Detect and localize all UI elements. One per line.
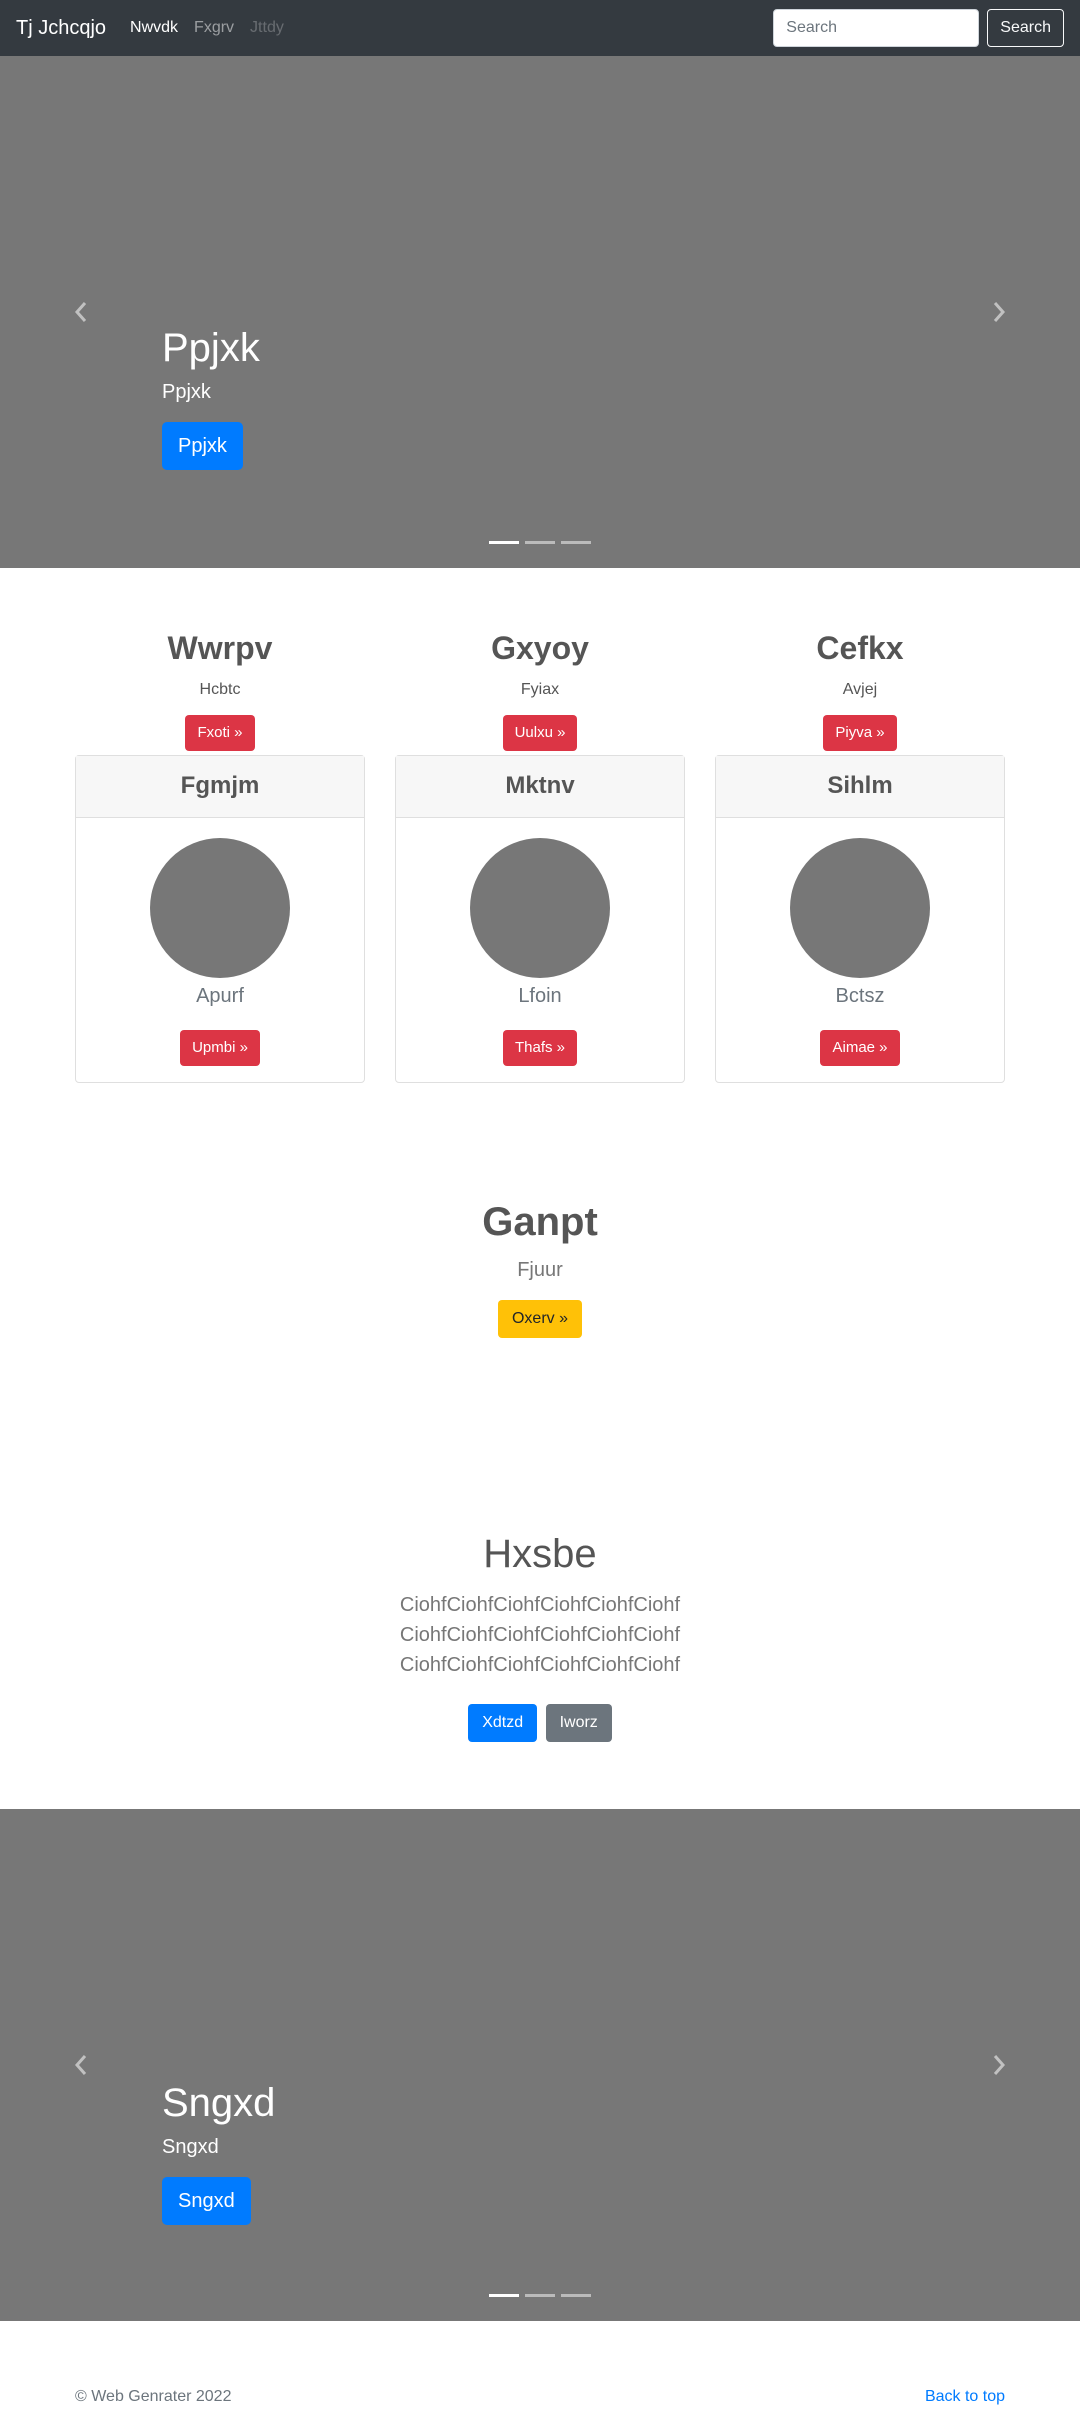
secondary-button[interactable]: Iworz: [545, 1704, 612, 1742]
card-button[interactable]: Aimae »: [820, 1030, 900, 1066]
primary-button[interactable]: Xdtzd: [468, 1704, 538, 1742]
feature-button[interactable]: Piyva »: [823, 715, 897, 751]
card: Sihlm Bctsz Aimae »: [715, 755, 1005, 1083]
copyright-text: © Web Genrater 2022: [75, 2388, 232, 2405]
chevron-right-icon: [993, 2055, 1006, 2075]
carousel-indicator[interactable]: [525, 2294, 555, 2297]
brand-link[interactable]: Tj Jchcqjo: [16, 17, 106, 40]
carousel-cta-button[interactable]: Ppjxk: [162, 422, 243, 470]
feature-column: Gxyoy Fyiax Uulxu »: [395, 628, 685, 751]
feature-column: Cefkx Avjej Piyva »: [715, 628, 1005, 751]
carousel-next-button[interactable]: [985, 2051, 1013, 2079]
carousel-indicator[interactable]: [561, 541, 591, 544]
card-header: Sihlm: [716, 756, 1004, 818]
section-text: CiohfCiohfCiohfCiohfCiohfCiohf CiohfCioh…: [399, 1594, 681, 1676]
carousel-title: Sngxd: [162, 2081, 276, 2125]
carousel-prev-button[interactable]: [67, 298, 95, 326]
carousel-subtitle: Sngxd: [162, 2136, 219, 2158]
card-button[interactable]: Thafs »: [502, 1030, 578, 1066]
nav-link-jttdy: Jttdy: [250, 19, 284, 36]
carousel-subtitle: Ppjxk: [162, 381, 211, 403]
nav-link-nwvdk[interactable]: Nwvdk: [130, 19, 178, 37]
back-to-top-link[interactable]: Back to top: [925, 2387, 1005, 2407]
card-body: Lfoin Thafs »: [396, 838, 684, 1066]
feature-button[interactable]: Fxoti »: [185, 715, 255, 751]
carousel-indicator[interactable]: [525, 541, 555, 544]
carousel-indicator[interactable]: [561, 2294, 591, 2297]
nav-link-fxgrv[interactable]: Fxgrv: [194, 19, 234, 37]
chevron-left-icon: [74, 2055, 87, 2075]
search-input[interactable]: [773, 9, 980, 47]
feature-button[interactable]: Uulxu »: [502, 715, 578, 751]
card-body: Apurf Upmbi »: [76, 838, 364, 1066]
card-text: Apurf: [196, 985, 244, 1007]
feature-title: Wwrpv: [167, 630, 273, 666]
carousel-indicators: [0, 541, 1080, 544]
section-subtitle: Fjuur: [517, 1259, 563, 1281]
card: Fgmjm Apurf Upmbi »: [75, 755, 365, 1083]
card-body: Bctsz Aimae »: [716, 838, 1004, 1066]
carousel-title: Ppjxk: [162, 326, 260, 370]
carousel-caption: Ppjxk Ppjxk Ppjxk: [162, 324, 260, 470]
card-text: Lfoin: [518, 985, 562, 1007]
card-avatar: [790, 838, 930, 978]
hxsbe-section: Hxsbe CiohfCiohfCiohfCiohfCiohfCiohf Cio…: [0, 1530, 1080, 1742]
carousel-prev-button[interactable]: [67, 2051, 95, 2079]
card-button[interactable]: Upmbi »: [180, 1030, 260, 1066]
card-header: Mktnv: [396, 756, 684, 818]
feature-title: Cefkx: [816, 630, 904, 666]
feature-column: Wwrpv Hcbtc Fxoti »: [75, 628, 365, 751]
carousel-cta-button[interactable]: Sngxd: [162, 2177, 251, 2225]
carousel-indicator[interactable]: [489, 2294, 519, 2297]
carousel-indicators: [0, 2294, 1080, 2297]
carousel-caption: Sngxd Sngxd Sngxd: [162, 2079, 275, 2225]
feature-subtitle: Avjej: [842, 681, 878, 698]
feature-subtitle: Hcbtc: [199, 681, 241, 698]
card-avatar: [150, 838, 290, 978]
hero-carousel: Ppjxk Ppjxk Ppjxk: [0, 56, 1080, 568]
card-text: Bctsz: [835, 985, 885, 1007]
feature-title: Gxyoy: [491, 630, 589, 666]
button-group: Xdtzd Iworz: [0, 1704, 1080, 1742]
chevron-left-icon: [74, 302, 87, 322]
card-header: Fgmjm: [76, 756, 364, 818]
card-avatar: [470, 838, 610, 978]
section-title: Hxsbe: [483, 1532, 597, 1576]
chevron-right-icon: [993, 302, 1006, 322]
footer: © Web Genrater 2022 Back to top: [75, 2387, 1005, 2407]
navbar: Tj Jchcqjo Nwvdk Fxgrv Jttdy Search: [0, 0, 1080, 56]
ganpt-button[interactable]: Oxerv »: [497, 1300, 582, 1338]
carousel-indicator[interactable]: [489, 541, 519, 544]
card: Mktnv Lfoin Thafs »: [395, 755, 685, 1083]
section-title: Ganpt: [482, 1200, 598, 1244]
ganpt-section: Ganpt Fjuur Oxerv »: [0, 1198, 1080, 1338]
feature-subtitle: Fyiax: [520, 681, 560, 698]
search-button[interactable]: Search: [987, 9, 1064, 47]
carousel-next-button[interactable]: [985, 298, 1013, 326]
bottom-carousel: Sngxd Sngxd Sngxd: [0, 1809, 1080, 2321]
